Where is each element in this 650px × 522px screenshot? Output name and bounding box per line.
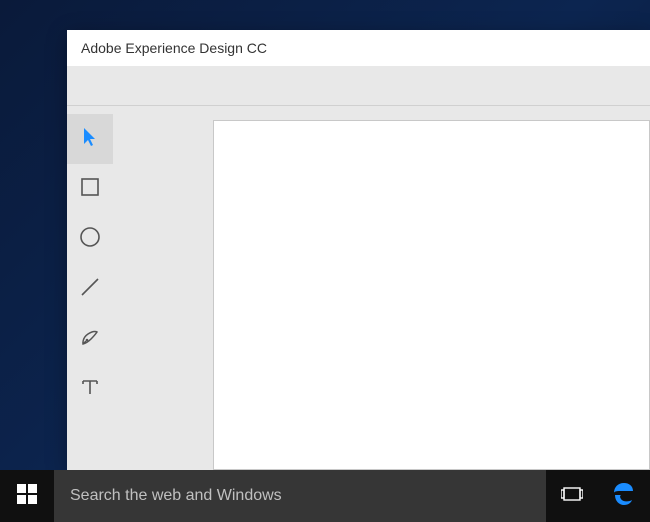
start-button[interactable] bbox=[0, 470, 54, 522]
rectangle-tool[interactable] bbox=[67, 164, 113, 214]
canvas-area bbox=[113, 106, 650, 470]
desktop: Adobe Experience Design CC bbox=[0, 0, 650, 522]
titlebar[interactable]: Adobe Experience Design CC bbox=[67, 30, 650, 66]
ellipse-tool[interactable] bbox=[67, 214, 113, 264]
windows-icon bbox=[17, 484, 37, 509]
app-window: Adobe Experience Design CC bbox=[67, 30, 650, 470]
task-view-button[interactable] bbox=[546, 470, 598, 522]
pen-icon bbox=[79, 326, 101, 353]
taskbar: Search the web and Windows bbox=[0, 470, 650, 522]
search-placeholder: Search the web and Windows bbox=[70, 487, 282, 505]
tool-panel bbox=[67, 106, 113, 470]
line-tool[interactable] bbox=[67, 264, 113, 314]
pointer-icon bbox=[81, 126, 99, 153]
watermark: www.wincore.ru bbox=[544, 451, 642, 466]
artboard[interactable] bbox=[213, 120, 650, 470]
circle-icon bbox=[79, 226, 101, 253]
window-title: Adobe Experience Design CC bbox=[81, 40, 267, 56]
line-icon bbox=[79, 276, 101, 303]
text-tool[interactable] bbox=[67, 364, 113, 414]
search-input[interactable]: Search the web and Windows bbox=[54, 470, 546, 522]
taskbar-right bbox=[546, 470, 650, 522]
main-area bbox=[67, 106, 650, 470]
pen-tool[interactable] bbox=[67, 314, 113, 364]
text-icon bbox=[80, 377, 100, 402]
task-view-icon bbox=[561, 485, 583, 508]
square-icon bbox=[80, 177, 100, 202]
edge-browser-button[interactable] bbox=[598, 470, 650, 522]
toolbar-row bbox=[67, 66, 650, 106]
select-tool[interactable] bbox=[67, 114, 113, 164]
edge-icon bbox=[611, 481, 637, 512]
